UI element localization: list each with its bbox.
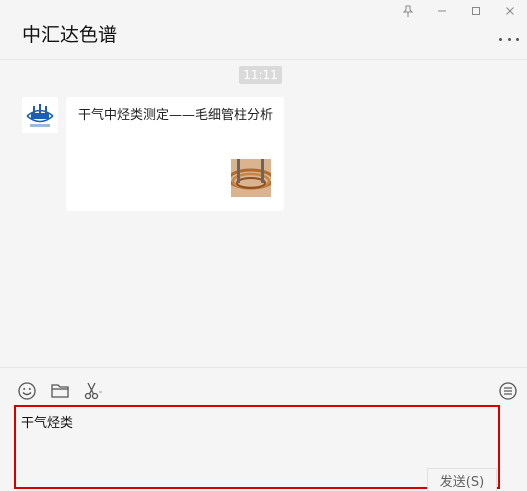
message-list[interactable]: 11:11 干气中烃类测定——毛细管柱分析 bbox=[0, 61, 527, 367]
minimize-button[interactable] bbox=[425, 0, 459, 22]
folder-icon[interactable] bbox=[50, 381, 70, 401]
emoji-icon[interactable] bbox=[17, 381, 37, 401]
pin-button[interactable] bbox=[391, 0, 425, 22]
chat-history-icon[interactable] bbox=[498, 381, 518, 401]
minimize-icon bbox=[438, 10, 446, 12]
maximize-icon bbox=[472, 7, 480, 15]
close-button[interactable] bbox=[493, 0, 527, 22]
message-timestamp: 11:11 bbox=[239, 66, 282, 84]
article-thumbnail bbox=[231, 159, 271, 197]
send-button[interactable]: 发送(S) bbox=[427, 468, 497, 491]
article-card[interactable]: 干气中烃类测定——毛细管柱分析 bbox=[66, 97, 284, 211]
more-icon[interactable] bbox=[499, 36, 519, 42]
sender-avatar[interactable] bbox=[22, 97, 58, 133]
title-bar: 中汇达色谱 bbox=[0, 0, 527, 60]
message-input-text[interactable]: 干气烃类 bbox=[21, 412, 73, 431]
article-title: 干气中烃类测定——毛细管柱分析 bbox=[78, 108, 274, 123]
company-logo-icon bbox=[22, 97, 58, 133]
close-icon bbox=[506, 7, 514, 15]
pin-icon bbox=[403, 5, 413, 17]
chat-title: 中汇达色谱 bbox=[22, 24, 118, 46]
scissors-icon[interactable] bbox=[83, 381, 103, 401]
message-input[interactable]: 干气烃类 发送(S) bbox=[14, 405, 500, 491]
window-controls bbox=[391, 0, 527, 22]
composer-toolbar bbox=[0, 367, 527, 407]
maximize-button[interactable] bbox=[459, 0, 493, 22]
